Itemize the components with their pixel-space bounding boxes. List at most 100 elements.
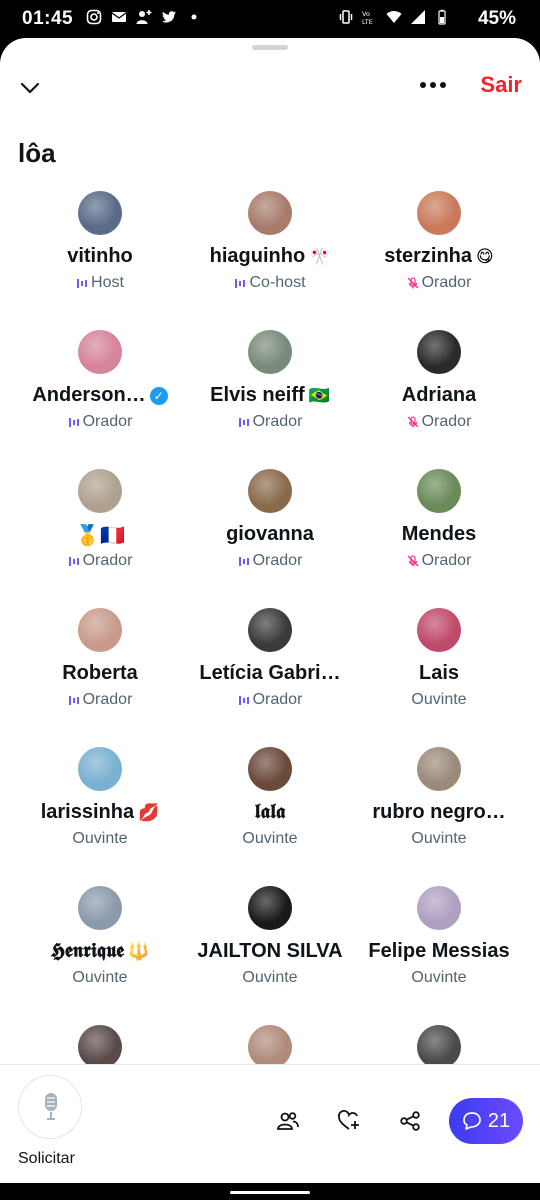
participant-role: Ouvinte <box>10 969 190 987</box>
participant-cell[interactable]: Lais Ouvinte <box>349 607 529 746</box>
avatar[interactable] <box>78 330 122 374</box>
participant-cell[interactable]: Adriana Orador <box>349 329 529 468</box>
name-emoji: 🎌 <box>309 246 331 267</box>
speaking-icon <box>77 279 88 288</box>
participant-name: Lais <box>418 662 460 684</box>
system-nav-bar <box>0 1183 540 1200</box>
role-label: Ouvinte <box>411 969 467 986</box>
participant-cell[interactable]: Letícia Gabri… Orador <box>180 607 360 746</box>
participant-name: Mendes <box>401 523 477 545</box>
home-indicator[interactable] <box>230 1191 310 1194</box>
avatar[interactable] <box>248 469 292 513</box>
participant-cell[interactable]: Elvis neiff 🇧🇷 Orador <box>180 329 360 468</box>
role-label: Ouvinte <box>72 969 128 986</box>
participant-role: Orador <box>349 552 529 570</box>
participant-cell[interactable]: rubro negro… Ouvinte <box>349 746 529 885</box>
participant-name: larissinha <box>40 801 135 823</box>
avatar[interactable] <box>417 469 461 513</box>
avatar[interactable] <box>417 747 461 791</box>
avatar[interactable] <box>248 747 292 791</box>
avatar[interactable] <box>78 608 122 652</box>
name-emoji: 🇧🇷 <box>308 385 330 406</box>
role-label: Orador <box>421 274 472 291</box>
participant-name: giovanna <box>226 523 314 545</box>
avatar[interactable] <box>78 469 122 513</box>
status-time: 01:45 <box>22 8 74 29</box>
avatar[interactable] <box>248 191 292 235</box>
role-label: Ouvinte <box>411 830 467 847</box>
drag-handle[interactable] <box>252 45 288 50</box>
avatar[interactable] <box>78 886 122 930</box>
chevron-down-icon[interactable] <box>18 76 42 100</box>
participant-name-row: Anderson… ✓ <box>10 384 190 407</box>
participant-name-row: Elvis neiff 🇧🇷 <box>180 384 360 407</box>
people-icon[interactable] <box>276 1109 300 1133</box>
heart-add-icon[interactable] <box>337 1109 361 1133</box>
participant-name-row: 🥇🇫🇷 <box>10 523 190 548</box>
avatar[interactable] <box>78 747 122 791</box>
participant-cell[interactable]: hiaguinho 🎌 Co-host <box>180 190 360 329</box>
mic-muted-icon <box>407 416 419 428</box>
avatar[interactable] <box>248 1025 292 1069</box>
role-label: Orador <box>82 413 133 430</box>
leave-button[interactable]: Sair <box>480 72 522 98</box>
participant-cell[interactable]: sterzinha 😋 Orador <box>349 190 529 329</box>
twitter-icon <box>162 11 176 23</box>
participant-cell[interactable]: 𝕳𝖊𝖓𝖗𝖎𝖖𝖚𝖊 🔱 Ouvinte <box>10 885 190 1024</box>
role-label: Orador <box>82 552 133 569</box>
avatar[interactable] <box>417 886 461 930</box>
speaking-icon <box>238 418 249 427</box>
status-bar: 01:45 Vo LTE 45% <box>0 0 540 38</box>
participant-name-row: sterzinha 😋 <box>349 245 529 268</box>
participant-role: Ouvinte <box>349 830 529 848</box>
participant-cell[interactable]: Felipe Messias Ouvinte <box>349 885 529 1024</box>
participant-name: Felipe Messias <box>368 940 510 962</box>
participant-name-row: JAILTON SILVA <box>180 940 360 963</box>
more-options-icon[interactable] <box>420 82 450 92</box>
instagram-icon <box>86 9 102 25</box>
avatar[interactable] <box>417 191 461 235</box>
chat-button[interactable]: 21 <box>449 1098 523 1144</box>
avatar[interactable] <box>417 1025 461 1069</box>
mic-muted-icon <box>407 277 419 289</box>
share-icon[interactable] <box>398 1109 422 1133</box>
participant-cell[interactable]: JAILTON SILVA Ouvinte <box>180 885 360 1024</box>
avatar[interactable] <box>248 330 292 374</box>
avatar[interactable] <box>248 608 292 652</box>
participant-name: Roberta <box>62 662 138 684</box>
space-sheet: Sair lôa vitinho Host hiaguinho 🎌 Co-host ste… <box>0 38 540 1183</box>
avatar[interactable] <box>78 1025 122 1069</box>
participant-cell[interactable]: 🥇🇫🇷 Orador <box>10 468 190 607</box>
participant-name: sterzinha <box>384 245 473 267</box>
avatar[interactable] <box>248 886 292 930</box>
role-label: Host <box>91 274 124 291</box>
participant-cell[interactable]: Anderson… ✓ Orador <box>10 329 190 468</box>
participant-role: Ouvinte <box>180 830 360 848</box>
participant-name: Letícia Gabri… <box>199 662 341 684</box>
participant-name-row: Felipe Messias <box>349 940 529 963</box>
role-label: Ouvinte <box>242 969 298 986</box>
speaking-icon <box>238 557 249 566</box>
speaking-icon <box>68 418 79 427</box>
mail-icon <box>111 12 127 22</box>
participant-role: Host <box>10 274 190 292</box>
room-title: lôa <box>18 138 56 168</box>
chat-icon <box>463 1112 481 1130</box>
avatar[interactable] <box>417 330 461 374</box>
participant-cell[interactable]: giovanna Orador <box>180 468 360 607</box>
participant-cell[interactable]: larissinha 💋 Ouvinte <box>10 746 190 885</box>
participant-cell[interactable]: Roberta Orador <box>10 607 190 746</box>
participant-cell[interactable]: Mendes Orador <box>349 468 529 607</box>
participant-role: Ouvinte <box>10 830 190 848</box>
status-left-icons <box>86 9 202 25</box>
avatar[interactable] <box>417 608 461 652</box>
participant-cell[interactable]: 𝖑𝖆𝖑𝖆 Ouvinte <box>180 746 360 885</box>
role-label: Orador <box>421 552 472 569</box>
person-add-icon <box>136 10 152 24</box>
role-label: Orador <box>252 552 303 569</box>
request-mic-button[interactable] <box>18 1075 82 1139</box>
avatar[interactable] <box>78 191 122 235</box>
verified-badge-icon: ✓ <box>149 386 168 405</box>
participant-name: Elvis neiff <box>210 384 305 406</box>
participant-cell[interactable]: vitinho Host <box>10 190 190 329</box>
